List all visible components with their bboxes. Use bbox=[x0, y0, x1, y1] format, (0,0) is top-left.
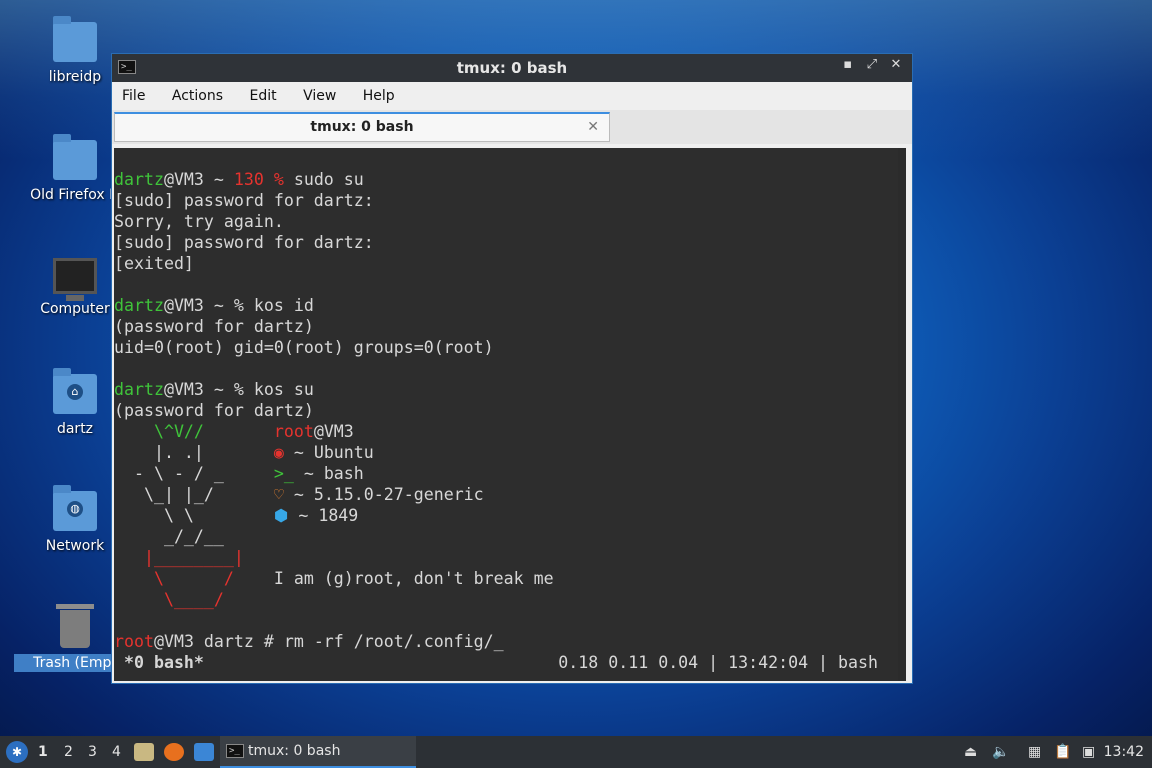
terminal-window[interactable]: >_ tmux: 0 bash ▪ ⤢ ✕ File Actions Edit … bbox=[111, 53, 913, 684]
ubuntu-icon: ◉ bbox=[273, 443, 284, 462]
fetch-line: |. .| ◉ ~ Ubuntu bbox=[114, 443, 374, 462]
taskbar-task-terminal[interactable]: >_ tmux: 0 bash bbox=[220, 736, 416, 768]
file-manager-icon[interactable] bbox=[134, 743, 154, 761]
fetch-line: \^V// root@VM3 bbox=[114, 422, 354, 441]
firefox-icon[interactable] bbox=[164, 743, 184, 761]
clock[interactable]: 13:42 bbox=[1104, 744, 1144, 760]
shell-icon: >_ bbox=[273, 464, 294, 483]
start-menu-button[interactable]: ✱ bbox=[6, 741, 28, 763]
clipboard-icon[interactable]: 📋 bbox=[1054, 744, 1071, 760]
terminal-line: (password for dartz) bbox=[114, 401, 314, 420]
package-icon: ⬢ bbox=[273, 506, 289, 525]
window-titlebar[interactable]: >_ tmux: 0 bash ▪ ⤢ ✕ bbox=[112, 54, 912, 82]
terminal-line: [sudo] password for dartz: bbox=[114, 191, 374, 210]
fetch-line: |________| bbox=[114, 548, 244, 567]
terminal-line: dartz@VM3 ~ 130 % sudo su bbox=[114, 170, 364, 189]
terminal-line: dartz@VM3 ~ % kos id bbox=[114, 296, 314, 315]
workspace-4[interactable]: 4 bbox=[112, 744, 121, 760]
terminal-line: uid=0(root) gid=0(root) groups=0(root) bbox=[114, 338, 494, 357]
terminal-icon: >_ bbox=[226, 744, 244, 758]
menu-edit[interactable]: Edit bbox=[249, 88, 276, 104]
terminal-line: Sorry, try again. bbox=[114, 212, 284, 231]
trash-icon bbox=[56, 604, 94, 648]
menu-file[interactable]: File bbox=[122, 88, 145, 104]
volume-icon[interactable]: 🔈 bbox=[992, 744, 1009, 760]
network-icon[interactable]: ▦ bbox=[1028, 744, 1041, 760]
menu-actions[interactable]: Actions bbox=[172, 88, 223, 104]
fetch-line: \ \ ⬢ ~ 1849 bbox=[114, 506, 359, 525]
workspace-2[interactable]: 2 bbox=[64, 744, 73, 760]
network-folder-icon: ◍ bbox=[53, 485, 97, 531]
heart-icon: ♡ bbox=[273, 485, 284, 504]
close-button[interactable]: ✕ bbox=[886, 57, 906, 72]
home-folder-icon: ⌂ bbox=[53, 368, 97, 414]
eject-icon[interactable]: ⏏ bbox=[964, 744, 977, 760]
fetch-line: \____/ bbox=[114, 590, 224, 609]
tab-bar: tmux: 0 bash ✕ bbox=[112, 110, 912, 144]
scrollbar[interactable] bbox=[898, 148, 906, 681]
notification-icon[interactable]: ▣ bbox=[1082, 744, 1095, 760]
monitor-icon bbox=[53, 258, 97, 301]
workspace-1[interactable]: 1 bbox=[38, 744, 48, 760]
prompt-line: root@VM3 dartz # rm -rf /root/.config/_ bbox=[114, 632, 504, 651]
terminal-line: [exited] bbox=[114, 254, 194, 273]
tab-label: tmux: 0 bash bbox=[310, 119, 414, 135]
menu-help[interactable]: Help bbox=[363, 88, 395, 104]
fetch-line: - \ - / _ >_ ~ bash bbox=[114, 464, 364, 483]
fetch-line: \_| |_/ ♡ ~ 5.15.0-27-generic bbox=[114, 485, 484, 504]
show-desktop-icon[interactable] bbox=[194, 743, 214, 761]
menu-view[interactable]: View bbox=[303, 88, 336, 104]
maximize-button[interactable]: ⤢ bbox=[862, 57, 882, 72]
terminal-line: dartz@VM3 ~ % kos su bbox=[114, 380, 314, 399]
workspace-3[interactable]: 3 bbox=[88, 744, 97, 760]
task-label: tmux: 0 bash bbox=[248, 743, 341, 759]
tab-tmux-bash[interactable]: tmux: 0 bash ✕ bbox=[114, 112, 610, 142]
tab-close-icon[interactable]: ✕ bbox=[587, 114, 599, 140]
tmux-status-bar: *0 bash* 0.18 0.11 0.04 | 13:42:04 | bash bbox=[114, 652, 906, 673]
tmux-window-list: *0 bash* bbox=[114, 653, 204, 672]
tmux-status-right: 0.18 0.11 0.04 | 13:42:04 | bash bbox=[558, 653, 878, 672]
fetch-line: _/_/__ bbox=[114, 527, 224, 546]
folder-icon bbox=[53, 16, 97, 62]
terminal-output[interactable]: dartz@VM3 ~ 130 % sudo su [sudo] passwor… bbox=[114, 148, 906, 681]
minimize-button[interactable]: ▪ bbox=[838, 57, 858, 72]
fetch-line: \ / I am (g)root, don't break me bbox=[114, 569, 554, 588]
window-title: tmux: 0 bash bbox=[456, 59, 568, 77]
menubar: File Actions Edit View Help bbox=[112, 82, 912, 110]
folder-icon bbox=[53, 134, 97, 180]
taskbar: ✱ 1 2 3 4 >_ tmux: 0 bash ⏏ 🔈 ▦ 📋 ▣ 13:4… bbox=[0, 736, 1152, 768]
terminal-line: [sudo] password for dartz: bbox=[114, 233, 374, 252]
terminal-line: (password for dartz) bbox=[114, 317, 314, 336]
